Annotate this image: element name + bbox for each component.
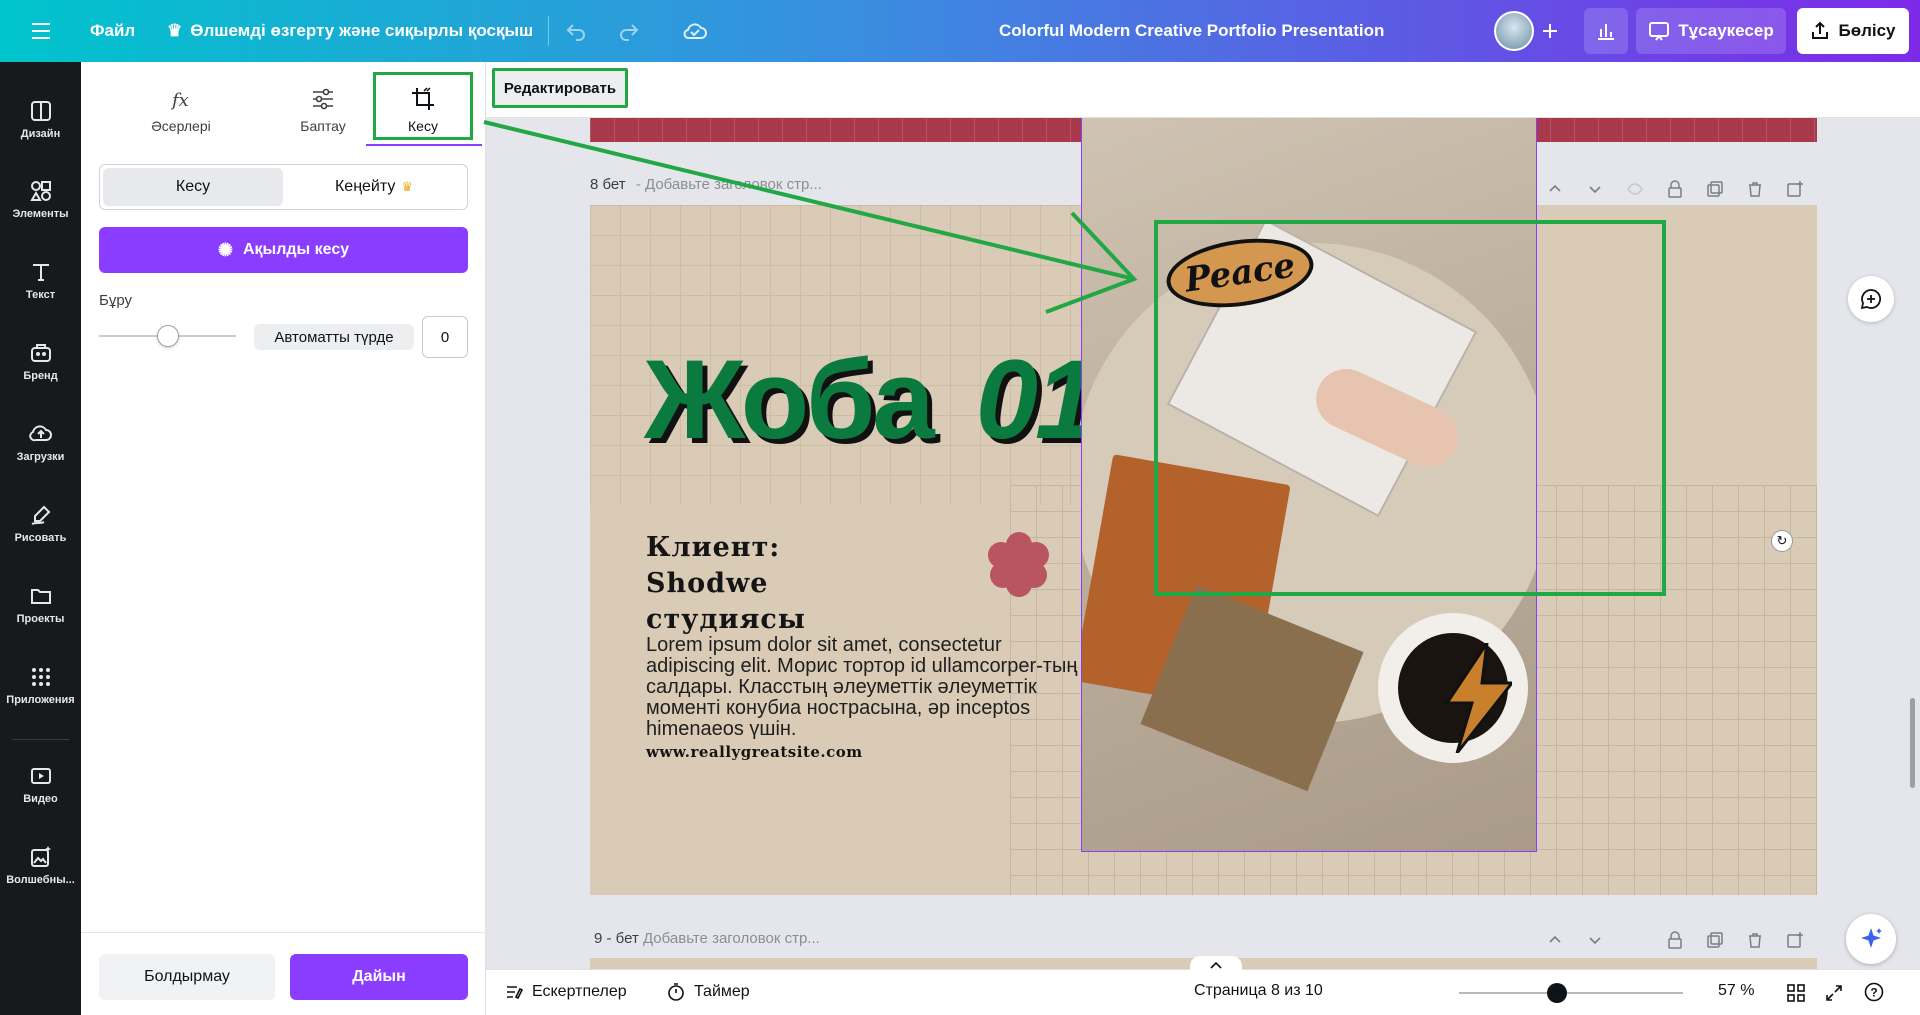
annotation-arrow bbox=[483, 120, 1138, 314]
grid-view-icon[interactable] bbox=[1785, 982, 1807, 1004]
timer-label: Таймер bbox=[694, 983, 750, 1000]
page-indicator[interactable]: Страница 8 из 10 bbox=[1194, 982, 1323, 1000]
notes-button[interactable]: Ескертпелер bbox=[504, 982, 627, 1002]
zoom-slider-track[interactable] bbox=[1459, 992, 1683, 994]
help-icon[interactable]: ? bbox=[1863, 981, 1885, 1003]
notes-icon bbox=[507, 986, 524, 1000]
zoom-level[interactable]: 57 % bbox=[1718, 982, 1754, 1000]
timer-button[interactable]: Таймер bbox=[666, 982, 750, 1002]
zoom-slider-thumb[interactable] bbox=[1547, 983, 1568, 1003]
fullscreen-icon[interactable] bbox=[1823, 982, 1845, 1004]
notes-label: Ескертпелер bbox=[532, 983, 627, 1000]
chevron-up-icon bbox=[1210, 961, 1222, 969]
timer-icon bbox=[668, 983, 684, 1001]
svg-text:?: ? bbox=[1870, 986, 1877, 1000]
page-tray-toggle[interactable] bbox=[1190, 956, 1242, 974]
footer-bar: Ескертпелер Таймер Страница 8 из 10 57 %… bbox=[486, 969, 1920, 1015]
